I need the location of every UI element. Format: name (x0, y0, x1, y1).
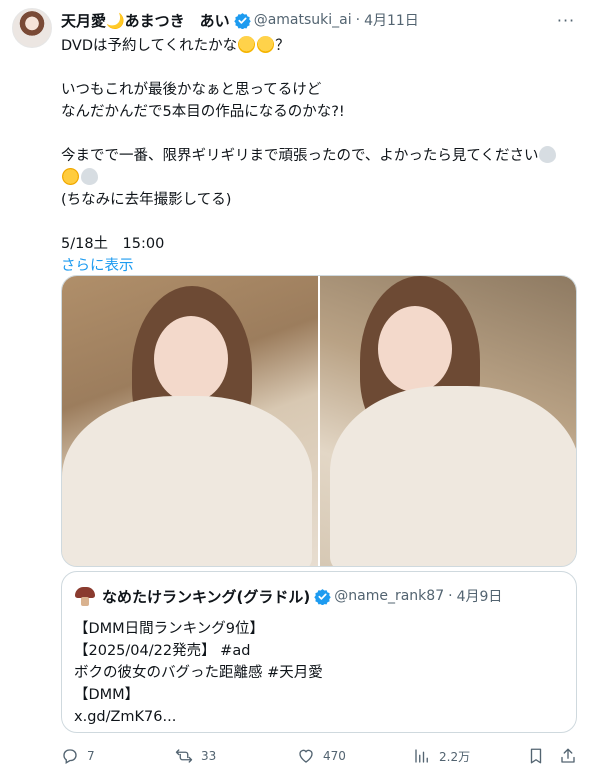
quoted-text-line: 【2025/04/22発売】 #ad (74, 643, 251, 659)
mushroom-avatar-icon (74, 585, 96, 607)
tweet-text-blank (61, 211, 581, 233)
tweet-date[interactable]: 4月11日 (364, 10, 419, 30)
views-icon (415, 749, 428, 763)
quoted-tweet-text: 【DMM日間ランキング9位】 【2025/04/22発売】 #ad ボクの彼女の… (74, 618, 323, 728)
repost-count: 33 (201, 749, 217, 763)
like-icon (299, 749, 313, 763)
more-icon[interactable]: ··· (555, 9, 577, 31)
author-avatar[interactable] (12, 8, 52, 48)
tweet-text: DVDは予約してくれたかな？ いつもこれが最後かなぁと思ってるけど なんだかんだ… (59, 35, 581, 277)
repost-button[interactable]: 33 (175, 744, 216, 768)
tweet[interactable]: 天月愛🌙あまつき あい @amatsuki_ai · 4月11日 ··· DVD… (0, 0, 589, 775)
white-heart-emoji-icon (539, 146, 557, 163)
quoted-text-line: ボクの彼女のバグった距離感 #天月愛 (74, 665, 323, 681)
like-count: 470 (323, 749, 346, 763)
tweet-text-line (59, 165, 581, 189)
tweet-media (61, 275, 577, 567)
quoted-text-line: x.gd/ZmK76... (74, 709, 177, 725)
tweet-photo-2[interactable] (320, 276, 576, 566)
pleading-face-emoji-icon (257, 36, 275, 53)
reply-button[interactable]: 7 (61, 744, 95, 768)
quoted-text-line: 【DMM】 (74, 687, 140, 703)
photo-sweater-shape (62, 396, 312, 566)
photo-face-shape (154, 316, 228, 402)
views-button[interactable]: 2.2万 (413, 744, 470, 768)
author-display-name[interactable]: 天月愛🌙あまつき あい (61, 10, 230, 31)
share-button[interactable] (559, 744, 585, 768)
rolling-laughing-emoji-icon (59, 165, 82, 188)
quoted-separator: · (448, 588, 453, 604)
repost-icon (175, 749, 193, 763)
tweet-text-line: 今までで一番、限界ギリギリまで頑張ったので、よかったら見てください (61, 145, 581, 167)
like-button[interactable]: 470 (297, 744, 346, 768)
tweet-text-blank (61, 57, 581, 79)
photo-sweater-shape (330, 386, 576, 566)
quoted-tweet-header: なめたけランキング(グラドル) @name_rank87 · 4月9日 (74, 585, 502, 607)
share-icon (561, 748, 575, 763)
tweet-photo-1[interactable] (62, 276, 318, 566)
author-handle[interactable]: @amatsuki_ai (254, 12, 352, 28)
tweet-text-line: (ちなみに去年撮影してる) (61, 192, 232, 208)
tweet-text-blank (61, 123, 581, 145)
tweet-text-line: DVDは予約してくれたかな？ (61, 36, 290, 54)
reply-icon (63, 749, 77, 764)
pleading-face-emoji-icon (238, 36, 256, 53)
white-heart-emoji-icon (81, 168, 98, 185)
quoted-text-line: 【DMM日間ランキング9位】 (74, 621, 264, 637)
tweet-header: 天月愛🌙あまつき あい @amatsuki_ai · 4月11日 ··· (61, 9, 577, 31)
tweet-text-line: なんだかんだで5本目の作品になるのかな?! (61, 104, 345, 120)
bookmark-icon (530, 748, 542, 764)
tweet-text-line: 5/18土 15:00 (61, 236, 165, 252)
quoted-tweet[interactable]: なめたけランキング(グラドル) @name_rank87 · 4月9日 【DMM… (61, 571, 577, 733)
show-more-link[interactable]: さらに表示 (61, 255, 581, 277)
photo-face-shape (378, 306, 452, 392)
verified-badge-icon (233, 12, 251, 29)
header-separator: · (355, 12, 361, 28)
quoted-date: 4月9日 (456, 589, 503, 605)
verified-badge-icon (314, 588, 331, 605)
quoted-display-name: なめたけランキング(グラドル) (102, 587, 311, 606)
tweet-actions: 7 33 470 2.2万 (61, 744, 577, 768)
reply-count: 7 (87, 749, 95, 763)
quoted-handle: @name_rank87 (334, 588, 445, 604)
tweet-text-line: いつもこれが最後かなぁと思ってるけど (61, 82, 322, 98)
views-count: 2.2万 (439, 749, 471, 764)
bookmark-button[interactable] (527, 744, 553, 768)
